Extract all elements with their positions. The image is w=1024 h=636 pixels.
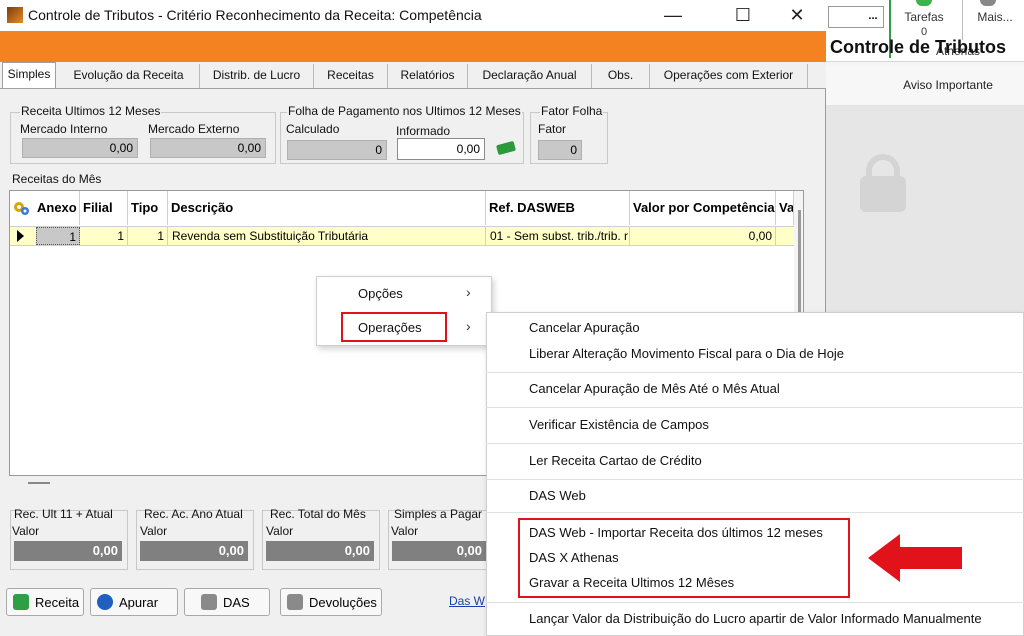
chevron-right-icon: › [466, 318, 471, 334]
tab-simples[interactable]: Simples [2, 62, 56, 88]
tab-declaracao-anual[interactable]: Declaração Anual [468, 64, 592, 88]
col-header-anexo[interactable]: Anexo [34, 191, 80, 225]
play-icon [97, 594, 113, 610]
cell-ref-dasweb[interactable]: 01 - Sem subst. trib./trib. r [486, 227, 630, 245]
receita-12-meses-title: Receita Ultimos 12 Meses [20, 104, 162, 118]
total-label-mes: Valor [266, 524, 294, 538]
tab-receitas[interactable]: Receitas [314, 64, 388, 88]
submenu-item-lancar-valor-distribuicao[interactable]: Lançar Valor da Distribuição do Lucro ap… [529, 611, 982, 626]
devolucoes-button-label: Devoluções [309, 594, 377, 610]
apurar-button-label: Apurar [119, 594, 159, 610]
grid-title: Receitas do Mês [12, 172, 102, 186]
mercado-interno-field: 0,00 [22, 138, 138, 158]
total-title-simples: Simples a Pagar [394, 507, 483, 521]
red-arrow-head-icon [868, 534, 900, 582]
total-title-mes: Rec. Total do Mês [270, 507, 366, 521]
calculado-label: Calculado [286, 122, 340, 136]
mercado-interno-label: Mercado Interno [20, 122, 108, 136]
total-label-simples: Valor [391, 524, 419, 538]
tab-distrib-lucro[interactable]: Distrib. de Lucro [200, 64, 314, 88]
toolbar-divider [962, 0, 963, 40]
receita-button[interactable]: Receita [6, 588, 84, 616]
informado-input[interactable]: 0,00 [397, 138, 485, 160]
submenu-item-gravar-receita[interactable]: Gravar a Receita Ultimos 12 Mêses [529, 575, 734, 590]
folha-pagamento-title: Folha de Pagamento nos Ultimos 12 Meses [287, 104, 522, 118]
total-value-mes: 0,00 [266, 541, 374, 561]
cell-valor-competencia[interactable]: 0,00 [630, 227, 776, 245]
cell-filial[interactable]: 1 [80, 227, 128, 245]
menu-separator [486, 372, 1024, 373]
cell-anexo[interactable]: 1 [36, 227, 80, 245]
total-value-ac-ano: 0,00 [140, 541, 248, 561]
submenu-item-ler-receita-cartao[interactable]: Ler Receita Cartao de Crédito [529, 453, 702, 468]
menu-separator [486, 602, 1024, 603]
mercado-externo-field: 0,00 [150, 138, 266, 158]
fator-folha-title: Fator Folha [540, 104, 604, 118]
col-header-va[interactable]: Va [776, 191, 794, 225]
das-button-label: DAS [223, 594, 250, 610]
tab-obs[interactable]: Obs. [592, 64, 650, 88]
total-title-ult11: Rec. Ult 11 + Atual [14, 507, 113, 521]
total-label-ac-ano: Valor [140, 524, 168, 538]
lock-icon [860, 176, 906, 212]
fator-field: 0 [538, 140, 582, 160]
col-header-filial[interactable]: Filial [80, 191, 128, 225]
red-arrow-icon [898, 547, 962, 569]
printer-icon [287, 594, 303, 610]
submenu-item-cancelar-apuracao-mes[interactable]: Cancelar Apuração de Mês Até o Mês Atual [529, 381, 780, 396]
menu-separator [486, 443, 1024, 444]
maximize-button[interactable]: ☐ [720, 2, 766, 28]
cell-descricao[interactable]: Revenda sem Substituição Tributária [168, 227, 486, 245]
col-header-tipo[interactable]: Tipo [128, 191, 168, 225]
grid-horizontal-scroll-thumb[interactable] [28, 482, 50, 484]
submenu-item-das-x-athenas[interactable]: DAS X Athenas [529, 550, 619, 565]
tab-evolucao-receita[interactable]: Evolução da Receita [58, 64, 200, 88]
submenu-item-das-web-importar[interactable]: DAS Web - Importar Receita dos últimos 1… [529, 525, 823, 540]
cell-tipo[interactable]: 1 [128, 227, 168, 245]
app-icon [7, 7, 23, 23]
printer-icon [201, 594, 217, 610]
total-label-ult11: Valor [12, 524, 40, 538]
fator-label: Fator [538, 122, 567, 136]
row-indicator-icon [17, 230, 24, 242]
header-title: Controle de Tributos [829, 37, 1006, 57]
menu-separator [486, 512, 1024, 513]
devolucoes-button[interactable]: Devoluções [280, 588, 382, 616]
gear-icon[interactable] [12, 200, 30, 216]
close-button[interactable]: ✕ [774, 2, 820, 28]
col-header-valor-competencia[interactable]: Valor por Competência [630, 191, 776, 225]
submenu-item-das-web[interactable]: DAS Web [529, 488, 586, 503]
total-value-simples: 0,00 [392, 541, 486, 561]
minimize-button[interactable]: — [650, 2, 696, 28]
calculado-field: 0 [287, 140, 387, 160]
tab-relatorios[interactable]: Relatórios [388, 64, 468, 88]
aviso-importante-link[interactable]: Aviso Importante [880, 78, 1016, 92]
total-value-ult11: 0,00 [14, 541, 122, 561]
apurar-button[interactable]: Apurar [90, 588, 178, 616]
total-title-ac-ano: Rec. Ac. Ano Atual [144, 507, 243, 521]
submenu-item-liberar-alteracao[interactable]: Liberar Alteração Movimento Fiscal para … [529, 346, 844, 361]
dollar-icon [13, 594, 29, 610]
ellipsis-button[interactable]: ... [864, 8, 882, 26]
menu-separator [486, 407, 1024, 408]
tarefas-button[interactable]: Tarefas [896, 10, 952, 24]
mais-button[interactable]: Mais... [970, 10, 1020, 24]
menu-item-operacoes[interactable]: Operações [358, 320, 422, 335]
menu-item-opcoes[interactable]: Opções [358, 286, 403, 301]
receita-button-label: Receita [35, 594, 80, 610]
informado-label: Informado [396, 124, 451, 138]
mercado-externo-label: Mercado Externo [148, 122, 240, 136]
col-header-ref-dasweb[interactable]: Ref. DASWEB [486, 191, 630, 225]
tab-operacoes-exterior[interactable]: Operações com Exterior [650, 64, 808, 88]
das-button[interactable]: DAS [184, 588, 270, 616]
chevron-right-icon: › [466, 284, 471, 300]
menu-separator [486, 479, 1024, 480]
col-header-descricao[interactable]: Descrição [168, 191, 486, 225]
submenu-item-cancelar-apuracao[interactable]: Cancelar Apuração [529, 320, 640, 335]
header-banner [0, 31, 826, 62]
das-web-link[interactable]: Das W [449, 594, 485, 608]
window-title: Controle de Tributos - Critério Reconhec… [28, 7, 482, 23]
submenu-item-verificar-campos[interactable]: Verificar Existência de Campos [529, 417, 709, 432]
